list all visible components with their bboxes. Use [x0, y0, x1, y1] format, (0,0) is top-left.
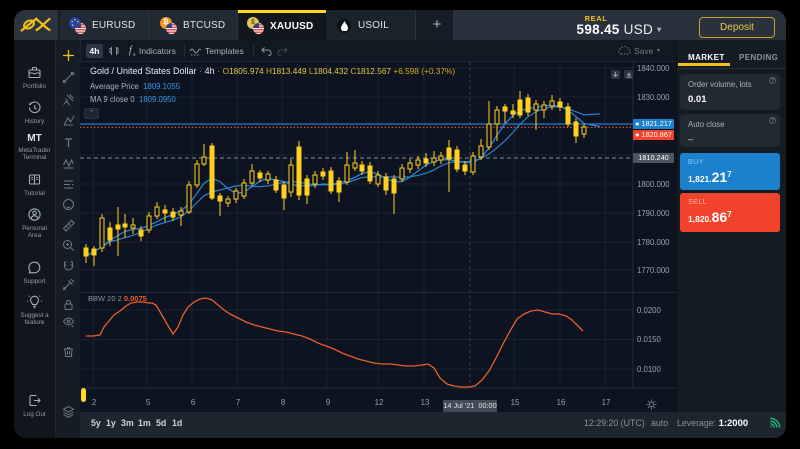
svg-text:BBW 20 2 0.0075: BBW 20 2 0.0075	[88, 294, 147, 303]
